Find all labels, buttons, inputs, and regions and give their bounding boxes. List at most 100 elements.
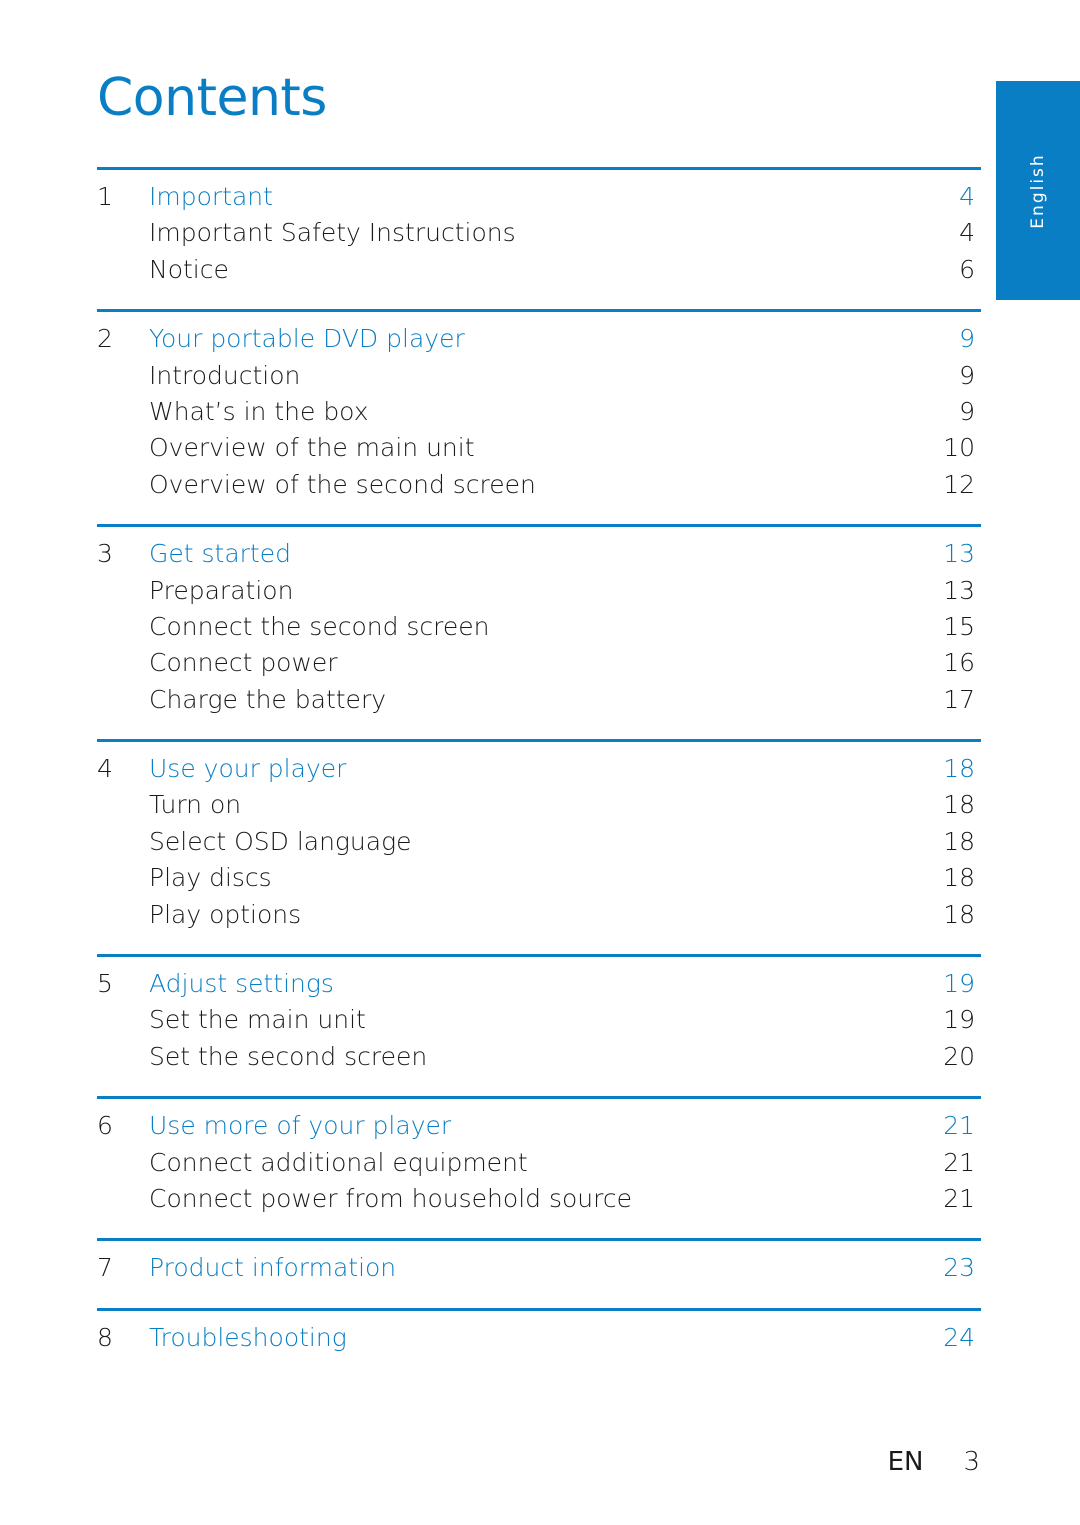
entry-page: 6 <box>959 254 975 284</box>
language-tab-label: English <box>1028 152 1048 229</box>
entry-page: 20 <box>943 1041 975 1071</box>
entry-page: 18 <box>943 826 975 856</box>
toc-entry[interactable]: Important Safety Instructions 4 <box>97 218 981 254</box>
chapter-page: 21 <box>943 1111 975 1141</box>
chapter-number: 1 <box>97 182 113 211</box>
entry-title[interactable]: Connect the second screen <box>149 612 915 641</box>
page-title: Contents <box>97 68 327 128</box>
chapter-page: 18 <box>943 754 975 784</box>
toc-section: 2 Your portable DVD player 9 Introduction 9 W… <box>97 309 981 524</box>
chapter-page: 24 <box>943 1322 975 1352</box>
toc-entry[interactable]: Connect power 16 <box>97 648 981 684</box>
toc-chapter-heading[interactable]: 8 Troubleshooting 24 <box>97 1323 981 1359</box>
toc-section: 7 Product information 23 <box>97 1238 981 1307</box>
chapter-title[interactable]: Your portable DVD player <box>149 324 915 353</box>
entry-page: 17 <box>943 684 975 714</box>
toc-chapter-heading[interactable]: 7 Product information 23 <box>97 1253 981 1289</box>
chapter-title[interactable]: Use your player <box>149 754 915 783</box>
entry-page: 10 <box>943 433 975 463</box>
entry-page: 21 <box>943 1183 975 1213</box>
entry-page: 15 <box>943 611 975 641</box>
toc-section: 5 Adjust settings 19 Set the main unit 19 Set… <box>97 954 981 1096</box>
toc-entry[interactable]: Overview of the second screen 12 <box>97 470 981 506</box>
toc-chapter-heading[interactable]: 3 Get started 13 <box>97 539 981 575</box>
toc-entry[interactable]: Play discs 18 <box>97 863 981 899</box>
footer-language: EN <box>887 1447 924 1477</box>
entry-page: 16 <box>943 648 975 678</box>
chapter-number: 4 <box>97 754 113 784</box>
toc-entry[interactable]: Set the second screen 20 <box>97 1042 981 1078</box>
chapter-title[interactable]: Troubleshooting <box>149 1323 915 1352</box>
toc-entry[interactable]: Introduction 9 <box>97 361 981 397</box>
toc-section: 6 Use more of your player 21 Connect additi… <box>97 1096 981 1238</box>
entry-page: 19 <box>943 1005 975 1035</box>
chapter-number: 8 <box>97 1322 113 1352</box>
toc-section: 3 Get started 13 Preparation 13 Connect the s… <box>97 524 981 739</box>
toc-entry[interactable]: Play options 18 <box>97 900 981 936</box>
toc-entry[interactable]: Select OSD language 18 <box>97 827 981 863</box>
toc-entry[interactable]: What’s in the box 9 <box>97 397 981 433</box>
entry-title[interactable]: Notice <box>149 255 915 284</box>
entry-page: 9 <box>959 360 975 390</box>
entry-title[interactable]: Introduction <box>149 361 915 390</box>
toc-chapter-heading[interactable]: 1 Important 4 <box>97 182 981 218</box>
chapter-number: 5 <box>97 969 113 999</box>
page-number: 3 <box>963 1447 980 1477</box>
entry-title[interactable]: Play discs <box>149 863 915 892</box>
toc-section: 8 Troubleshooting 24 <box>97 1307 981 1377</box>
toc-chapter-heading[interactable]: 2 Your portable DVD player 9 <box>97 324 981 360</box>
entry-title[interactable]: Connect additional equipment <box>149 1148 915 1177</box>
toc-entry[interactable]: Preparation 13 <box>97 576 981 612</box>
entry-page: 9 <box>959 396 975 426</box>
chapter-page: 4 <box>959 182 975 211</box>
chapter-title[interactable]: Adjust settings <box>149 969 915 998</box>
toc-section: 1 Important 4 Important Safety Instructions… <box>97 167 981 309</box>
chapter-number: 6 <box>97 1111 113 1141</box>
entry-title[interactable]: Important Safety Instructions <box>149 218 915 247</box>
chapter-page: 13 <box>943 539 975 569</box>
entry-title[interactable]: Preparation <box>149 576 915 605</box>
entry-title[interactable]: What’s in the box <box>149 397 915 426</box>
chapter-title[interactable]: Use more of your player <box>149 1111 915 1140</box>
table-of-contents: 1 Important 4 Important Safety Instructions… <box>97 167 981 1377</box>
toc-entry[interactable]: Turn on 18 <box>97 790 981 826</box>
chapter-page: 23 <box>943 1253 975 1283</box>
toc-entry[interactable]: Notice 6 <box>97 255 981 291</box>
entry-page: 18 <box>943 899 975 929</box>
entry-title[interactable]: Charge the battery <box>149 685 915 714</box>
entry-title[interactable]: Connect power from household source <box>149 1184 915 1213</box>
entry-title[interactable]: Overview of the second screen <box>149 470 915 499</box>
toc-entry[interactable]: Connect power from household source 21 <box>97 1184 981 1220</box>
toc-entry[interactable]: Set the main unit 19 <box>97 1005 981 1041</box>
toc-entry[interactable]: Overview of the main unit 10 <box>97 433 981 469</box>
toc-entry[interactable]: Connect the second screen 15 <box>97 612 981 648</box>
entry-page: 12 <box>943 469 975 499</box>
entry-page: 18 <box>943 790 975 820</box>
entry-title[interactable]: Connect power <box>149 648 915 677</box>
toc-section: 4 Use your player 18 Turn on 18 Select OSD la… <box>97 739 981 954</box>
toc-entry[interactable]: Connect additional equipment 21 <box>97 1148 981 1184</box>
page-footer: EN 3 <box>888 1447 980 1477</box>
toc-chapter-heading[interactable]: 6 Use more of your player 21 <box>97 1111 981 1147</box>
entry-title[interactable]: Overview of the main unit <box>149 433 915 462</box>
toc-chapter-heading[interactable]: 4 Use your player 18 <box>97 754 981 790</box>
language-tab: English <box>996 81 1080 300</box>
chapter-number: 7 <box>97 1253 113 1283</box>
toc-chapter-heading[interactable]: 5 Adjust settings 19 <box>97 969 981 1005</box>
chapter-page: 9 <box>959 324 975 354</box>
chapter-title[interactable]: Get started <box>149 539 915 568</box>
entry-page: 4 <box>959 218 975 248</box>
chapter-title[interactable]: Product information <box>149 1253 915 1282</box>
toc-entry[interactable]: Charge the battery 17 <box>97 685 981 721</box>
chapter-title[interactable]: Important <box>149 182 915 211</box>
chapter-number: 3 <box>97 539 113 569</box>
chapter-number: 2 <box>97 324 113 354</box>
entry-title[interactable]: Select OSD language <box>149 827 915 856</box>
entry-title[interactable]: Set the second screen <box>149 1042 915 1071</box>
entry-title[interactable]: Set the main unit <box>149 1005 915 1034</box>
entry-title[interactable]: Play options <box>149 900 915 929</box>
entry-page: 13 <box>943 575 975 605</box>
entry-page: 18 <box>943 863 975 893</box>
chapter-page: 19 <box>943 969 975 999</box>
entry-title[interactable]: Turn on <box>149 790 915 819</box>
